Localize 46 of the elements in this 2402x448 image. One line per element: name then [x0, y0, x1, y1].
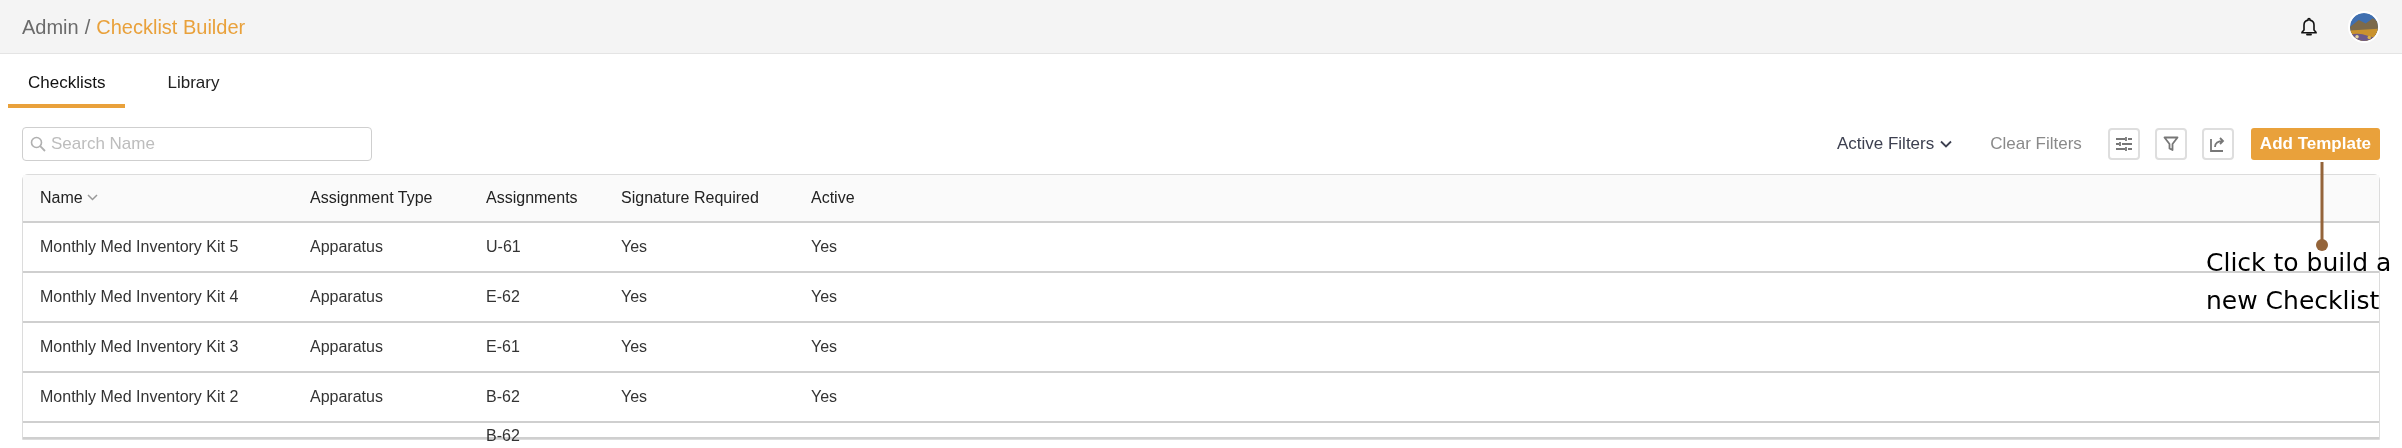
- bell-icon[interactable]: [2300, 16, 2318, 37]
- table-cell: Apparatus: [310, 387, 383, 405]
- table-cell: Monthly Med Inventory Kit 3: [40, 337, 239, 355]
- table-cell: Yes: [621, 337, 648, 355]
- breadcrumb-parent[interactable]: Admin: [22, 11, 79, 42]
- table-cell: B-62: [486, 426, 520, 444]
- table-cell: Yes: [811, 287, 838, 305]
- table-cell: E-61: [486, 337, 520, 355]
- table-cell: Yes: [811, 387, 838, 405]
- table-cell: Yes: [811, 237, 838, 255]
- chevron-down-icon: [1940, 139, 1953, 148]
- table-cell: Yes: [621, 287, 648, 305]
- column-header[interactable]: Signature Required: [621, 185, 759, 210]
- chevron-down-icon[interactable]: [86, 194, 98, 201]
- export-button[interactable]: [2201, 127, 2234, 160]
- column-header[interactable]: Assignment Type: [310, 185, 433, 210]
- table-cell: U-61: [486, 237, 521, 255]
- table-cell: Monthly Med Inventory Kit 5: [40, 237, 239, 255]
- search-field[interactable]: Search Name: [22, 126, 372, 161]
- table-cell: Monthly Med Inventory Kit 2: [40, 387, 239, 405]
- table-cell: Apparatus: [310, 287, 383, 305]
- callout-text: new Checklist: [2206, 285, 2381, 317]
- breadcrumb-separator: /: [84, 14, 91, 40]
- clear-filters-button[interactable]: Clear Filters: [1990, 130, 2082, 157]
- column-header[interactable]: Active: [811, 185, 855, 210]
- filter-icon: [2162, 135, 2179, 152]
- column-header[interactable]: Name: [40, 185, 83, 210]
- tab[interactable]: Library: [147, 70, 240, 108]
- active-filters-dropdown[interactable]: Active Filters: [1836, 130, 1953, 157]
- table-cell: Yes: [811, 337, 838, 355]
- table-cell: Yes: [621, 237, 648, 255]
- table-cell: Yes: [621, 387, 648, 405]
- column-header[interactable]: Assignments: [486, 185, 578, 210]
- table-cell: Apparatus: [310, 337, 383, 355]
- table-cell: Monthly Med Inventory Kit 4: [40, 287, 239, 305]
- tab[interactable]: Checklists: [8, 70, 126, 108]
- export-icon: [2208, 134, 2227, 153]
- filter-button[interactable]: [2154, 127, 2187, 160]
- table-cell: B-62: [486, 387, 520, 405]
- sliders-icon: [2114, 135, 2133, 152]
- page-title: Checklist Builder: [96, 14, 246, 40]
- table-cell: Apparatus: [310, 237, 383, 255]
- search-icon: [30, 135, 46, 152]
- callout-text: Click to build a: [2206, 247, 2392, 279]
- sliders-button[interactable]: [2107, 127, 2140, 160]
- table-cell: E-62: [486, 287, 520, 305]
